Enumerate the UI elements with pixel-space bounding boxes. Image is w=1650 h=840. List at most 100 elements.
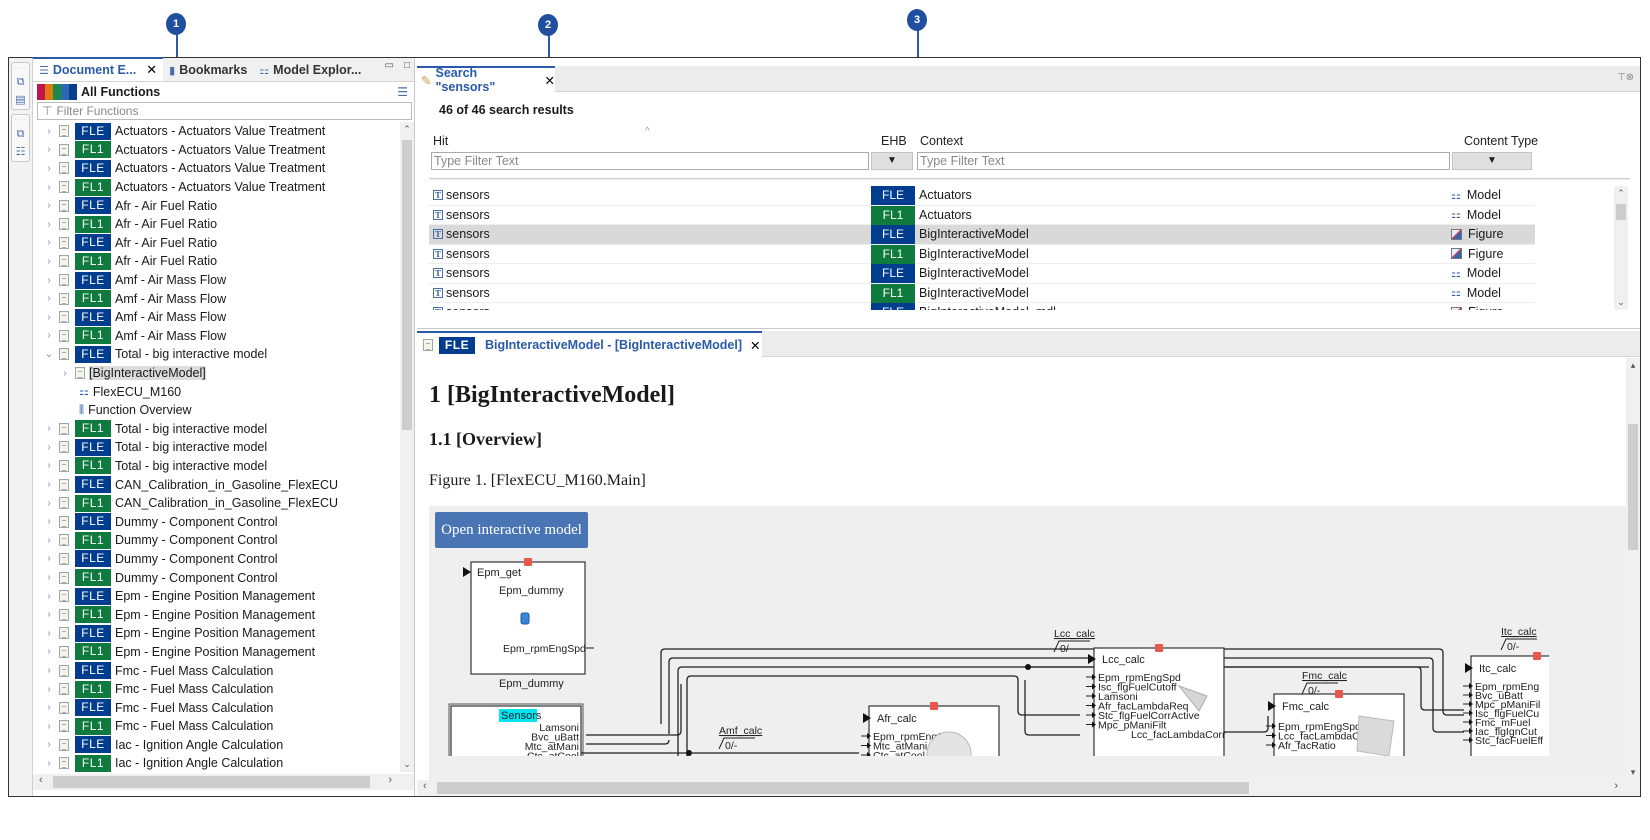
tree-item[interactable]: › FLE Dummy - Component Control (33, 512, 401, 531)
scroll-down-arrow[interactable]: ▾ (1626, 767, 1640, 778)
table-view-icon[interactable]: ▤ (14, 93, 28, 107)
tree-item[interactable]: › FLE Total - big interactive model (33, 438, 401, 457)
drag-handle[interactable]: ···· (15, 65, 27, 71)
tree-child-item[interactable]: ⫼ Function Overview (33, 401, 401, 420)
chevron-right-icon[interactable]: › (43, 126, 55, 137)
chevron-right-icon[interactable]: › (43, 219, 55, 230)
scroll-up-arrow[interactable]: ▴ (1626, 360, 1640, 371)
tree-item[interactable]: › FLE Epm - Engine Position Management (33, 624, 401, 643)
chevron-right-icon[interactable]: › (43, 200, 55, 211)
ehb-filter-button[interactable]: ▼ (871, 152, 913, 170)
scroll-right-arrow[interactable]: › (1614, 780, 1618, 792)
tree-item[interactable]: › FLE Afr - Air Fuel Ratio (33, 234, 401, 253)
tree-item[interactable]: › FLE Epm - Engine Position Management (33, 587, 401, 606)
tree-item[interactable]: › FLE CAN_Calibration_in_Gasoline_FlexECU (33, 475, 401, 494)
chevron-right-icon[interactable]: › (59, 368, 71, 379)
chevron-right-icon[interactable]: › (43, 330, 55, 341)
chevron-right-icon[interactable]: › (43, 498, 55, 509)
column-header-ehb[interactable]: EHB (881, 134, 907, 148)
scroll-down-arrow[interactable]: ⌄ (400, 759, 414, 770)
chevron-right-icon[interactable]: › (43, 312, 55, 323)
chevron-right-icon[interactable]: › (43, 739, 55, 750)
tree-item[interactable]: › FLE Fmc - Fuel Mass Calculation (33, 661, 401, 680)
tree-item[interactable]: › FLE Dummy - Component Control (33, 550, 401, 569)
chevron-right-icon[interactable]: › (43, 572, 55, 583)
tree-item[interactable]: › FL1 Total - big interactive model (33, 457, 401, 476)
chevron-right-icon[interactable]: › (43, 442, 55, 453)
chevron-right-icon[interactable]: › (43, 275, 55, 286)
clear-filter-icon[interactable]: ⊤⊗ (1617, 72, 1634, 83)
chevron-right-icon[interactable]: › (43, 163, 55, 174)
chevron-right-icon[interactable]: › (43, 646, 55, 657)
tree-vertical-scrollbar[interactable]: ⌃ ⌄ (400, 122, 414, 772)
chevron-right-icon[interactable]: › (43, 758, 55, 769)
tab-document-explorer[interactable]: ☰ Document E... ✕ (33, 57, 164, 81)
scroll-thumb[interactable] (402, 140, 412, 430)
scroll-right-arrow[interactable]: › (388, 774, 392, 786)
tree-item[interactable]: › FL1 Dummy - Component Control (33, 568, 401, 587)
hit-filter-input[interactable]: Type Filter Text (431, 152, 869, 170)
scroll-up-arrow[interactable]: ⌃ (1614, 188, 1628, 199)
drag-handle[interactable]: ···· (15, 117, 27, 123)
tab-bookmarks[interactable]: ▮ Bookmarks (163, 59, 253, 81)
tree-item[interactable]: › FL1 Epm - Engine Position Management (33, 605, 401, 624)
content-type-filter-button[interactable]: ▼ (1452, 152, 1532, 170)
chevron-right-icon[interactable]: › (43, 665, 55, 676)
scroll-up-arrow[interactable]: ⌃ (400, 124, 414, 135)
tree-item[interactable]: ⌄ FLE Total - big interactive model (33, 345, 401, 364)
tree-item[interactable]: › FL1 Amf - Air Mass Flow (33, 289, 401, 308)
close-icon[interactable]: ✕ (545, 73, 555, 88)
chevron-right-icon[interactable]: › (43, 702, 55, 713)
tree-item[interactable]: › FL1 Afr - Air Fuel Ratio (33, 252, 401, 271)
tree-item[interactable]: › FL1 Total - big interactive model (33, 420, 401, 439)
search-result-row[interactable]: Tsensors FLE BigInteractiveModel Figure (429, 225, 1535, 245)
chevron-right-icon[interactable]: › (43, 460, 55, 471)
chevron-right-icon[interactable]: › (43, 516, 55, 527)
chevron-right-icon[interactable]: › (43, 479, 55, 490)
scroll-down-arrow[interactable]: ⌄ (1614, 297, 1628, 308)
tree-item[interactable]: › FL1 Fmc - Fuel Mass Calculation (33, 717, 401, 736)
tree-item[interactable]: › FL1 Afr - Air Fuel Ratio (33, 215, 401, 234)
tree-item[interactable]: › FLE Actuators - Actuators Value Treatmen… (33, 122, 401, 141)
restore-icon[interactable]: ⧉ (14, 75, 28, 89)
tree-child-item[interactable]: ⚏ FlexECU_M160 (33, 382, 401, 401)
scroll-thumb[interactable] (53, 776, 370, 788)
chevron-right-icon[interactable]: › (43, 237, 55, 248)
maximize-icon[interactable]: □ (404, 60, 410, 71)
chevron-right-icon[interactable]: › (43, 609, 55, 620)
search-result-row[interactable]: Tsensors FL1 BigInteractiveModel ⚏ Model (429, 283, 1535, 303)
scroll-thumb[interactable] (437, 782, 1249, 794)
results-vertical-scrollbar[interactable]: ⌃ ⌄ (1614, 186, 1628, 310)
filter-functions-input[interactable]: ⊤ Filter Functions (37, 102, 412, 120)
close-icon[interactable]: ✕ (146, 62, 157, 78)
chevron-right-icon[interactable]: › (43, 628, 55, 639)
minimize-icon[interactable]: ▭ (385, 60, 394, 71)
context-filter-input[interactable]: Type Filter Text (917, 152, 1450, 170)
scroll-thumb[interactable] (1628, 424, 1638, 550)
close-icon[interactable]: ✕ (750, 338, 760, 353)
tree-item[interactable]: › FL1 Amf - Air Mass Flow (33, 327, 401, 346)
tree-item[interactable]: › FL1 Dummy - Component Control (33, 531, 401, 550)
column-header-content-type[interactable]: Content Type (1464, 134, 1538, 148)
scroll-left-arrow[interactable]: ‹ (39, 774, 43, 786)
chevron-right-icon[interactable]: › (43, 721, 55, 732)
search-result-row[interactable]: Tsensors FLE Actuators ⚏ Model (429, 186, 1535, 206)
tree-item[interactable]: › FL1 Epm - Engine Position Management (33, 643, 401, 662)
outline-icon[interactable]: ☷ (14, 145, 28, 159)
tree-item[interactable]: › FL1 Actuators - Actuators Value Treatmen… (33, 141, 401, 160)
tree-child-item[interactable]: › [BigInteractiveModel] (33, 364, 401, 383)
tree-item[interactable]: › FLE Amf - Air Mass Flow (33, 271, 401, 290)
editor-horizontal-scrollbar[interactable]: ‹ › (417, 780, 1640, 796)
tree-item[interactable]: › FLE Amf - Air Mass Flow (33, 308, 401, 327)
column-header-context[interactable]: Context (920, 134, 963, 148)
tab-model-explorer[interactable]: ⚏ Model Explor... (253, 59, 367, 81)
tree-item[interactable]: › FLE Iac - Ignition Angle Calculation (33, 736, 401, 755)
tab-document[interactable]: FLE BigInteractiveModel - [BigInteractiv… (417, 331, 762, 357)
column-header-hit[interactable]: Hit (433, 134, 448, 148)
chevron-right-icon[interactable]: › (43, 182, 55, 193)
tree-item[interactable]: › FL1 Fmc - Fuel Mass Calculation (33, 680, 401, 699)
list-view-icon[interactable]: ☰ (397, 85, 408, 99)
chevron-right-icon[interactable]: › (43, 535, 55, 546)
scroll-thumb[interactable] (1616, 204, 1626, 220)
chevron-down-icon[interactable]: ⌄ (43, 349, 55, 360)
